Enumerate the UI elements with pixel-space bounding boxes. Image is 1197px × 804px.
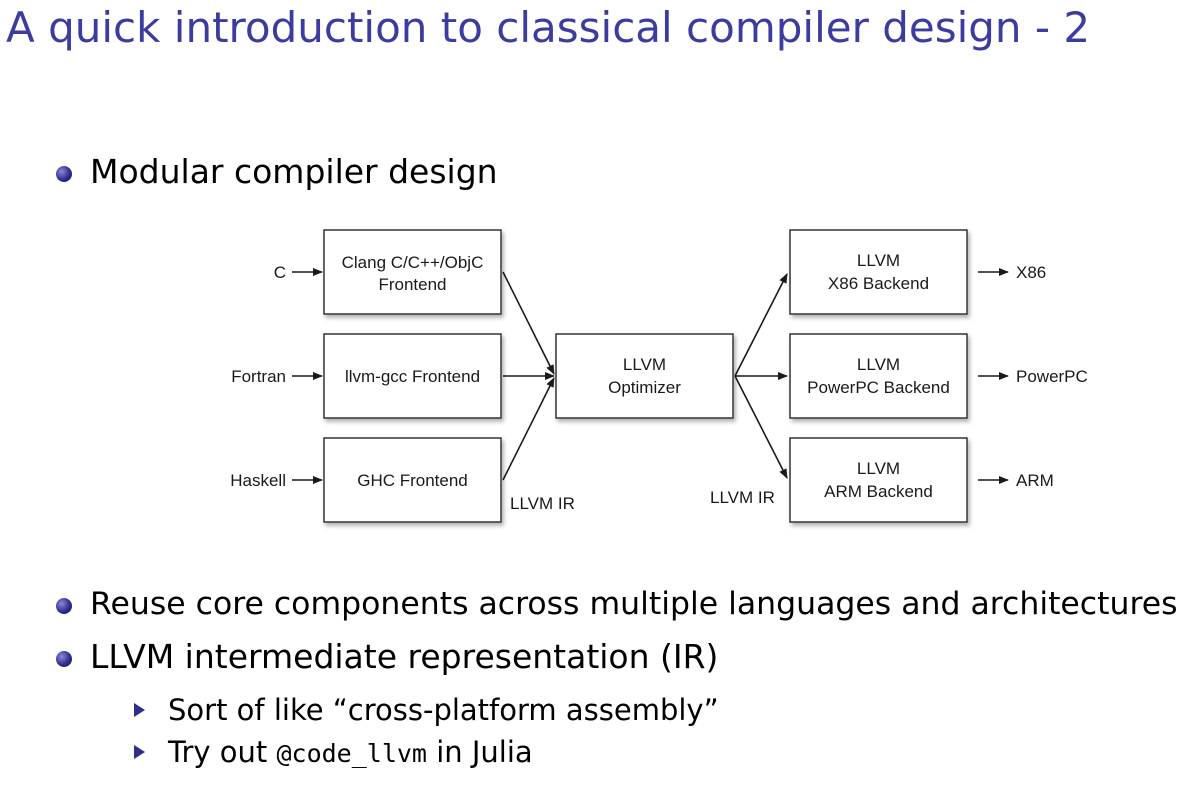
backend-x86-line2: X86 Backend — [828, 274, 929, 293]
bullet-marker-3 — [56, 651, 72, 667]
compiler-pipeline-diagram: C Fortran Haskell Clang C/C++/ObjC Front… — [230, 229, 1088, 523]
output-label-powerpc: PowerPC — [1016, 367, 1088, 386]
optimizer-box: LLVM Optimizer — [555, 333, 734, 419]
arrow-optimizer-to-arm — [734, 375, 788, 479]
bullet-marker-2 — [56, 598, 72, 614]
backend-x86-line1: LLVM — [857, 251, 900, 270]
backend-box-arm: LLVM ARM Backend — [789, 437, 968, 523]
frontend-box-llvm-gcc: llvm-gcc Frontend — [323, 333, 502, 419]
sub-bullet-text-1: Sort of like “cross-platform assembly” — [168, 692, 719, 728]
frontend-box-clang: Clang C/C++/ObjC Frontend — [323, 229, 502, 315]
arrow-optimizer-to-x86 — [734, 273, 788, 377]
backend-powerpc-line2: PowerPC Backend — [807, 378, 950, 397]
frontend-llvm-gcc-label: llvm-gcc Frontend — [345, 367, 480, 386]
ir-label-right: LLVM IR — [710, 488, 775, 507]
sub-bullet-1-text: Sort of like “cross-platform assembly” — [168, 693, 719, 727]
sub-bullet-marker-1 — [134, 703, 145, 717]
bullet-text-2: Reuse core components across multiple la… — [90, 586, 1178, 622]
backend-arm-line1: LLVM — [857, 459, 900, 478]
sub-bullet-2-suffix: in Julia — [426, 735, 533, 769]
sub-bullet-text-2: Try out @code_llvm in Julia — [168, 734, 533, 772]
input-label-haskell: Haskell — [230, 471, 286, 490]
input-label-fortran: Fortran — [231, 367, 286, 386]
bullet-text-3: LLVM intermediate representation (IR) — [90, 637, 719, 676]
backend-arm-line2: ARM Backend — [824, 482, 933, 501]
optimizer-line2: Optimizer — [608, 378, 681, 397]
backend-box-powerpc: LLVM PowerPC Backend — [789, 333, 968, 419]
frontend-box-ghc: GHC Frontend — [323, 437, 502, 523]
output-label-x86: X86 — [1016, 263, 1046, 282]
frontend-clang-line1: Clang C/C++/ObjC — [342, 253, 484, 272]
output-label-arm: ARM — [1016, 471, 1054, 490]
code-snippet: @code_llvm — [276, 739, 427, 768]
input-label-c: C — [274, 263, 286, 282]
backend-box-x86: LLVM X86 Backend — [789, 229, 968, 315]
frontend-clang-line2: Frontend — [378, 275, 446, 294]
arrow-clang-to-optimizer — [502, 271, 555, 375]
frontend-ghc-label: GHC Frontend — [357, 471, 468, 490]
arrow-ghc-to-optimizer — [502, 377, 555, 481]
ir-label-left: LLVM IR — [510, 494, 575, 513]
sub-bullet-2-prefix: Try out — [168, 735, 277, 769]
optimizer-line1: LLVM — [623, 355, 666, 374]
backend-powerpc-line1: LLVM — [857, 355, 900, 374]
sub-bullet-marker-2 — [134, 745, 145, 759]
